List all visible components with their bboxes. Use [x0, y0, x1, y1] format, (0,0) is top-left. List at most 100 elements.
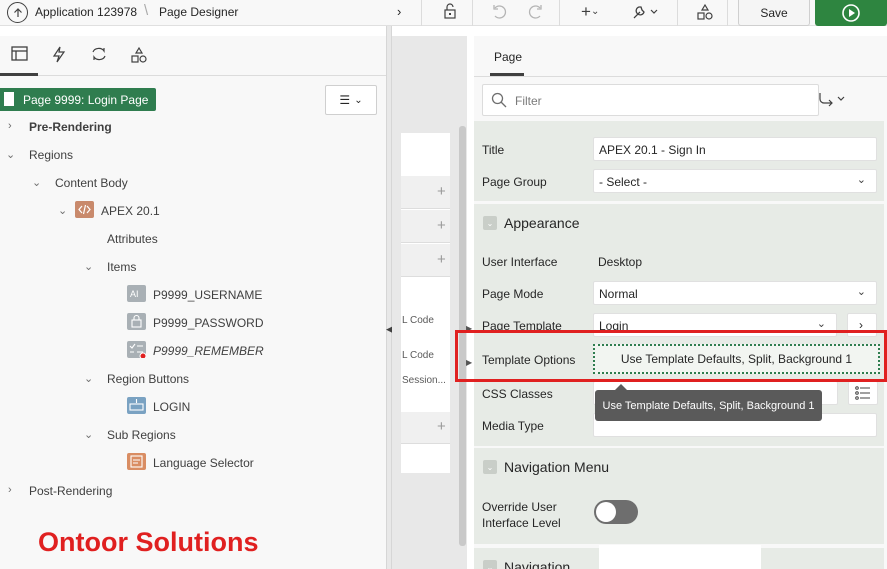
tree-item-sub-regions[interactable]: Sub Regions — [107, 428, 176, 442]
undo-icon[interactable] — [491, 3, 509, 24]
tree-item-language-selector[interactable]: Language Selector — [153, 456, 254, 470]
chevron-down-icon[interactable]: ⌄ — [84, 260, 93, 273]
plus-icon[interactable]: + — [437, 217, 446, 234]
filter-placeholder: Filter — [515, 94, 542, 108]
divider — [474, 76, 887, 77]
page-group-select[interactable]: - Select - ⌄ — [593, 169, 877, 193]
template-options-tooltip: Use Template Defaults, Split, Background… — [595, 384, 822, 421]
page-mode-label: Page Mode — [482, 287, 544, 301]
breadcrumb-separator: \ — [144, 2, 149, 19]
navigation-menu-header[interactable]: ⌄ Navigation Menu — [474, 448, 884, 486]
chevron-right-icon[interactable]: › — [8, 120, 12, 132]
save-button[interactable]: Save — [738, 0, 810, 26]
layout-tab-icon[interactable] — [11, 46, 28, 64]
layout-drop-row[interactable]: + — [401, 412, 450, 444]
chevron-down-icon: ⌄ — [856, 174, 866, 186]
checkbox-item-icon — [127, 341, 147, 360]
layout-pane: + + + L Code L Code Session... + — [392, 36, 467, 569]
page-designer-title: Page Designer — [159, 5, 239, 19]
page-node[interactable]: Page 9999: Login Page — [0, 88, 157, 111]
tree-item-items[interactable]: Items — [107, 260, 136, 274]
css-classes-label: CSS Classes — [482, 387, 553, 401]
page-node-label: Page 9999: Login Page — [23, 92, 149, 107]
chevron-down-icon: ⌄ — [816, 318, 826, 330]
list-icon — [855, 386, 870, 400]
watermark-text: Ontoor Solutions — [38, 527, 259, 557]
plus-icon[interactable]: + — [437, 251, 446, 268]
property-editor: Page Filter Title APEX 20.1 - Sign In Pa… — [474, 36, 887, 569]
appearance-header[interactable]: ⌄ Appearance — [474, 204, 884, 242]
chevron-down-icon: ⌄ — [354, 94, 363, 106]
tree-item-region-buttons[interactable]: Region Buttons — [107, 372, 189, 386]
layout-snippet: L Code — [402, 315, 434, 326]
layout-snippet: Session... — [402, 375, 446, 386]
run-icon — [842, 4, 860, 22]
plus-icon[interactable]: + — [437, 183, 446, 200]
tree-item-remember[interactable]: P9999_REMEMBER — [153, 344, 264, 358]
collapse-icon: ⌄ — [483, 460, 497, 474]
page-group-value: - Select - — [599, 175, 648, 189]
divider — [559, 0, 560, 26]
plus-icon[interactable]: + — [437, 418, 446, 435]
processing-icon[interactable] — [90, 46, 108, 65]
layout-snippet: L Code — [402, 350, 434, 361]
application-breadcrumb[interactable]: Application 123978 — [35, 5, 137, 19]
wrench-icon[interactable] — [631, 3, 659, 24]
tree-item-password[interactable]: P9999_PASSWORD — [153, 316, 264, 330]
tree-item-regions[interactable]: Regions — [29, 148, 73, 162]
shared-components-icon[interactable] — [696, 3, 714, 24]
chevron-right-icon[interactable]: › — [397, 4, 401, 19]
page-icon — [3, 91, 15, 107]
dynamic-actions-icon[interactable] — [52, 46, 66, 66]
toggle-knob — [596, 502, 616, 522]
chevron-down-icon[interactable]: ⌄ — [58, 204, 67, 217]
text-field-icon: AI — [127, 285, 146, 302]
tree-item-pre-rendering[interactable]: Pre-Rendering — [29, 120, 112, 134]
page-group-label: Page Group — [482, 175, 547, 189]
divider — [727, 0, 728, 26]
chevron-right-icon[interactable]: › — [8, 484, 12, 496]
chevron-down-icon[interactable]: ⌄ — [32, 176, 41, 189]
divider — [472, 0, 473, 26]
left-pane-tabs — [0, 36, 386, 76]
divider — [421, 0, 422, 26]
search-icon — [491, 92, 507, 111]
override-ui-toggle[interactable] — [594, 500, 638, 524]
layout-drop-row[interactable]: + — [401, 210, 450, 243]
collapse-icon: ⌄ — [483, 560, 497, 569]
layout-drop-row[interactable]: + — [401, 244, 450, 277]
appearance-title: Appearance — [504, 215, 580, 231]
top-toolbar: Application 123978 \ Page Designer › +⌄ … — [0, 0, 887, 26]
tree-item-apex-region[interactable]: APEX 20.1 — [101, 204, 160, 218]
page-mode-select[interactable]: Normal ⌄ — [593, 281, 877, 305]
tree-item-post-rendering[interactable]: Post-Rendering — [29, 484, 112, 498]
chevron-down-icon[interactable]: ⌄ — [84, 428, 93, 441]
tree-menu-button[interactable]: ☰ ⌄ — [325, 85, 377, 115]
shared-components-tab-icon[interactable] — [130, 46, 148, 67]
rendering-tree-pane: Page 9999: Login Page ☰ ⌄ › Pre-Rendering… — [0, 36, 386, 569]
up-arrow-icon[interactable] — [7, 2, 28, 23]
filter-input[interactable]: Filter — [482, 84, 819, 116]
annotation-highlight — [455, 330, 887, 382]
tree-item-login-button[interactable]: LOGIN — [153, 400, 190, 414]
tree-item-attributes[interactable]: Attributes — [107, 232, 158, 246]
css-classes-list-button[interactable] — [848, 381, 878, 405]
layout-drop-row[interactable]: + — [401, 176, 450, 209]
redo-icon[interactable] — [526, 3, 544, 24]
plus-icon[interactable]: +⌄ — [581, 2, 599, 22]
lock-icon[interactable] — [441, 3, 459, 24]
static-content-icon — [75, 201, 94, 218]
go-to-group-icon[interactable] — [818, 91, 846, 110]
navigation-field-preview — [599, 545, 761, 569]
navigation-menu-title: Navigation Menu — [504, 459, 610, 475]
chevron-down-icon[interactable]: ⌄ — [6, 148, 15, 161]
run-button[interactable] — [815, 0, 887, 26]
title-field[interactable]: APEX 20.1 - Sign In — [593, 137, 877, 161]
tab-page[interactable]: Page — [494, 50, 522, 64]
chevron-down-icon[interactable]: ⌄ — [84, 372, 93, 385]
svg-text:AI: AI — [130, 289, 139, 299]
tree-item-username[interactable]: P9999_USERNAME — [153, 288, 262, 302]
user-interface-label: User Interface — [482, 255, 558, 269]
collapse-icon: ⌄ — [483, 216, 497, 230]
tree-item-content-body[interactable]: Content Body — [55, 176, 128, 190]
